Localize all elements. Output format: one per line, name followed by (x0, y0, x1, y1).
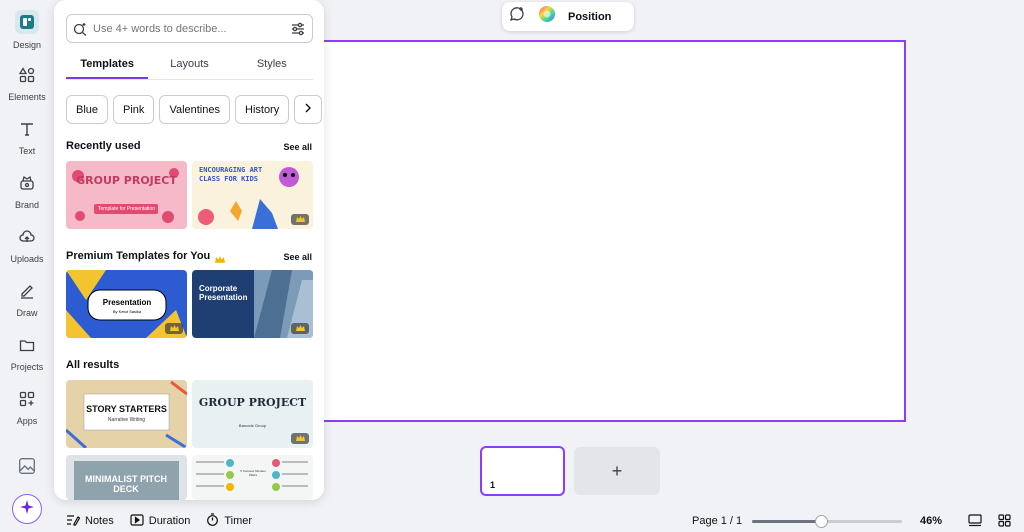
rail-label: Uploads (10, 254, 44, 264)
page-view-icon[interactable] (968, 514, 982, 530)
templates-panel: Templates Layouts Styles Blue Pink Valen… (54, 0, 324, 500)
rail-label: Elements (8, 92, 46, 102)
rail-label: Apps (16, 416, 38, 426)
thumb-title: STORY STARTERS (86, 404, 167, 414)
floating-toolbar: Position (502, 2, 634, 31)
crown-icon (215, 251, 225, 269)
thumb-title: 5 Success Mindset Pillars (240, 469, 266, 477)
rail-item-draw[interactable]: Draw (0, 280, 54, 318)
template-thumb-art-class[interactable]: ENCOURAGING ART CLASS FOR KIDS (192, 161, 313, 229)
apps-icon (16, 388, 38, 410)
zoom-slider-handle[interactable] (814, 515, 828, 528)
template-thumb-group-project-2[interactable]: GROUP PROJECT Barcode Group (192, 380, 313, 448)
color-wheel-icon[interactable] (538, 5, 556, 28)
sparkle-icon (19, 499, 35, 520)
page-indicator[interactable]: Page 1 / 1 (692, 515, 742, 527)
design-canvas[interactable] (300, 40, 906, 422)
chip-history[interactable]: History (235, 95, 290, 124)
bottom-bar: Notes Duration Timer Page 1 / 1 46% (54, 510, 1024, 532)
left-rail: Design Elements Text Brand Uploads Draw (0, 0, 54, 532)
zoom-slider[interactable] (752, 515, 902, 528)
template-thumb-presentation[interactable]: Presentation By Ketut Sasika (66, 270, 187, 338)
chip-blue[interactable]: Blue (66, 95, 109, 124)
notes-icon (66, 514, 81, 529)
rail-item-projects[interactable]: Projects (0, 334, 54, 372)
image-icon[interactable] (18, 457, 36, 480)
chevron-right-icon (304, 103, 312, 116)
notes-button[interactable]: Notes (66, 514, 114, 529)
rail-label: Design (12, 40, 41, 50)
thumb-title: ENCOURAGING ART CLASS FOR KIDS (199, 166, 263, 183)
text-icon (16, 118, 38, 140)
comment-add-icon[interactable] (508, 5, 526, 28)
pen-icon (16, 280, 38, 302)
template-thumb-story-starters[interactable]: STORY STARTERS Narrative Writing (66, 380, 187, 448)
brand-icon (16, 172, 38, 194)
duration-label: Duration (148, 515, 191, 527)
tab-styles[interactable]: Styles (231, 54, 313, 79)
add-page-button[interactable]: + (574, 447, 660, 495)
rail-label: Text (18, 146, 36, 156)
zoom-slider-fill (752, 520, 821, 523)
section-title-premium: Premium Templates for You (66, 250, 211, 262)
see-all-recent-link[interactable]: See all (283, 142, 312, 152)
design-icon (15, 10, 39, 34)
rail-label: Projects (10, 362, 44, 372)
rail-item-brand[interactable]: Brand (0, 172, 54, 210)
thumb-title: Corporate Presentation (199, 284, 248, 302)
thumb-subtitle: Template for Presentation (98, 206, 155, 212)
rail-item-apps[interactable]: Apps (0, 388, 54, 426)
magic-search-icon (67, 22, 93, 36)
chip-pink[interactable]: Pink (113, 95, 155, 124)
template-thumb-corporate[interactable]: Corporate Presentation (192, 270, 313, 338)
template-thumb-group-project[interactable]: GROUP PROJECT Template for Presentation (66, 161, 187, 229)
timer-label: Timer (224, 515, 253, 527)
thumb-title: GROUP PROJECT (198, 396, 307, 409)
see-all-premium-link[interactable]: See all (283, 252, 312, 262)
section-title-recent: Recently used (66, 140, 141, 152)
thumb-subtitle: By Ketut Sasika (112, 309, 142, 314)
page-thumbnail[interactable]: 1 (480, 446, 565, 496)
play-box-icon (130, 513, 144, 529)
magic-assistant-button[interactable] (12, 494, 42, 524)
timer-button[interactable]: Timer (206, 513, 252, 529)
page-number: 1 (490, 480, 496, 490)
stopwatch-icon (206, 513, 219, 529)
template-thumb-mindset[interactable]: 5 Success Mindset Pillars (192, 455, 313, 500)
thumb-subtitle: Narrative Writing (107, 417, 146, 423)
chips-next-button[interactable] (294, 95, 323, 124)
search-input[interactable] (93, 22, 284, 35)
duration-button[interactable]: Duration (130, 513, 191, 529)
template-thumb-pitch-deck[interactable]: MINIMALIST PITCH DECK (66, 455, 187, 500)
grid-view-icon[interactable] (998, 514, 1011, 530)
thumb-title: GROUP PROJECT (76, 174, 177, 187)
rail-item-text[interactable]: Text (0, 118, 54, 156)
thumb-title: Presentation (102, 298, 152, 307)
tab-templates[interactable]: Templates (66, 54, 149, 79)
zoom-level[interactable]: 46% (920, 515, 942, 527)
notes-label: Notes (85, 515, 114, 527)
thumb-subtitle: Barcode Group (238, 423, 267, 428)
filter-icon[interactable] (284, 22, 312, 36)
crown-icon (291, 214, 309, 225)
rail-item-design[interactable]: Design (0, 10, 54, 50)
section-title-results: All results (66, 359, 120, 371)
position-button[interactable]: Position (568, 11, 611, 23)
thumb-title: MINIMALIST PITCH DECK (85, 474, 167, 494)
rail-label: Brand (14, 200, 40, 210)
rail-item-uploads[interactable]: Uploads (0, 226, 54, 264)
crown-icon (291, 433, 309, 444)
filter-chips: Blue Pink Valentines History (66, 95, 323, 124)
tab-layouts[interactable]: Layouts (148, 54, 230, 79)
crown-icon (291, 323, 309, 334)
folder-icon (16, 334, 38, 356)
rail-item-elements[interactable]: Elements (0, 64, 54, 102)
elements-icon (16, 64, 38, 86)
chip-valentines[interactable]: Valentines (159, 95, 230, 124)
search-box (66, 14, 313, 43)
cloud-upload-icon (16, 226, 38, 248)
rail-label: Draw (16, 308, 38, 318)
crown-icon (165, 323, 183, 334)
panel-tabs: Templates Layouts Styles (66, 54, 313, 80)
